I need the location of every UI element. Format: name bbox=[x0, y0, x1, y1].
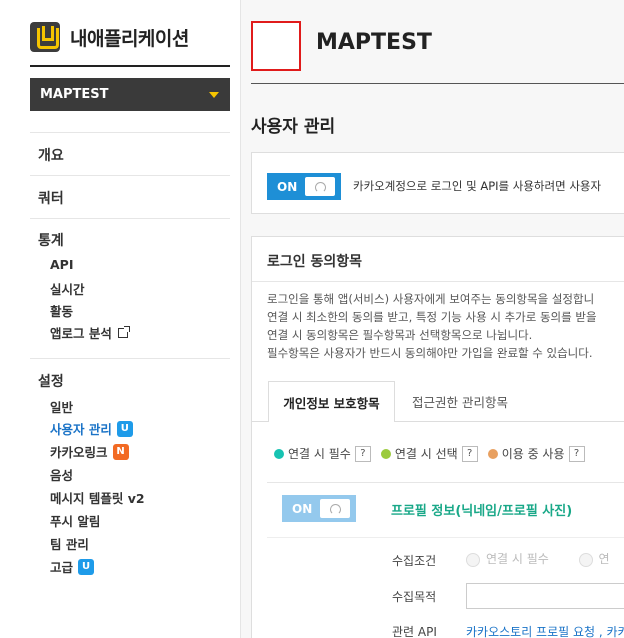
option-label: 연결 시 필수 bbox=[486, 552, 549, 566]
toggle-on-label: ON bbox=[277, 179, 298, 194]
app-select-dropdown[interactable]: MAPTEST bbox=[30, 78, 230, 111]
page-title: 사용자 관리 bbox=[251, 117, 336, 137]
legend-label: 이용 중 사용 bbox=[501, 447, 565, 461]
item-divider bbox=[267, 537, 624, 538]
nav-item-label: 사용자 관리 bbox=[50, 422, 112, 437]
collect-condition-label: 수집조건 bbox=[392, 554, 437, 568]
nav-item-label: 메시지 템플릿 v2 bbox=[50, 491, 145, 506]
nav-item-label: 팀 관리 bbox=[50, 537, 89, 552]
nav-settings-push[interactable]: 푸시 알림 bbox=[50, 511, 100, 530]
nav-settings-advanced[interactable]: 고급 U bbox=[50, 557, 95, 576]
collect-purpose-label: 수집목적 bbox=[392, 590, 437, 604]
collect-condition-options: 연결 시 필수 연 bbox=[466, 550, 610, 567]
collect-purpose-input[interactable] bbox=[466, 583, 624, 609]
legend-divider bbox=[267, 482, 624, 483]
kakao-login-toggle[interactable]: ON bbox=[267, 173, 341, 200]
required-dot-icon bbox=[274, 448, 284, 459]
nav-divider bbox=[30, 218, 230, 219]
toggle-knob-icon bbox=[305, 177, 335, 196]
nav-item-label: 고급 bbox=[50, 560, 74, 575]
brand-divider bbox=[30, 65, 230, 67]
nav-settings-general[interactable]: 일반 bbox=[50, 397, 73, 416]
header-divider bbox=[251, 83, 624, 84]
nav-item-label: 앱로그 분석 bbox=[50, 326, 112, 341]
nav-settings-message-template[interactable]: 메시지 템플릿 v2 bbox=[50, 488, 145, 507]
consent-divider bbox=[252, 281, 624, 282]
radio-optional[interactable] bbox=[578, 552, 593, 567]
main-content: MAPTEST 사용자 관리 ON 카카오계정으로 로그인 및 API를 사용하… bbox=[241, 0, 624, 638]
nav-stats-header: 통계 bbox=[38, 233, 64, 249]
brand[interactable]: 내애플리케이션 bbox=[30, 22, 189, 52]
nav-settings-team[interactable]: 팀 관리 bbox=[50, 534, 89, 553]
nav-item-label: 카카오링크 bbox=[50, 445, 108, 460]
nav-item-label: 푸시 알림 bbox=[50, 514, 101, 529]
nav-settings-voice[interactable]: 음성 bbox=[50, 465, 73, 484]
brand-title: 내애플리케이션 bbox=[70, 27, 189, 50]
app-name: MAPTEST bbox=[316, 30, 432, 55]
nav-item-label: 음성 bbox=[50, 468, 74, 483]
profile-consent-toggle[interactable]: ON bbox=[282, 495, 356, 522]
consent-description-line: 연결 시 최소한의 동의를 받고, 특정 기능 사용 시 추가로 동의를 받을 bbox=[267, 310, 597, 324]
optional-dot-icon bbox=[380, 448, 391, 459]
tab-privacy-items[interactable]: 개인정보 보호항목 bbox=[268, 381, 395, 422]
help-icon[interactable]: ? bbox=[461, 445, 478, 462]
option-label: 연 bbox=[598, 552, 610, 566]
nav-overview[interactable]: 개요 bbox=[38, 145, 64, 165]
help-icon[interactable]: ? bbox=[354, 445, 371, 462]
toggle-knob-icon bbox=[320, 499, 350, 518]
kakao-login-description: 카카오계정으로 로그인 및 API를 사용하려면 사용자 bbox=[353, 179, 602, 193]
help-icon[interactable]: ? bbox=[568, 445, 585, 462]
radio-required[interactable] bbox=[466, 552, 480, 567]
related-api-link[interactable]: 카카오스토리 프로필 요청 , 카카오 bbox=[466, 623, 624, 638]
consent-item-name: 프로필 정보(닉네임/프로필 사진) bbox=[391, 504, 573, 519]
consent-description-line: 필수항목은 사용자가 반드시 동의해야만 가입을 완료할 수 있습니다. bbox=[267, 346, 593, 360]
nav-divider bbox=[30, 358, 230, 359]
nav-stats-api[interactable]: API bbox=[50, 257, 74, 272]
nav-item-label: 활동 bbox=[50, 304, 74, 319]
kakao-developers-logo-icon bbox=[30, 22, 60, 52]
nav-settings-header: 설정 bbox=[38, 374, 64, 390]
caret-down-icon bbox=[209, 92, 219, 98]
consent-legend: 연결 시 필수 ? 연결 시 선택 ? 이용 중 사용 ? bbox=[274, 445, 595, 462]
nav-stats-realtime[interactable]: 실시간 bbox=[50, 279, 85, 298]
new-badge: N bbox=[112, 443, 129, 460]
toggle-on-label: ON bbox=[292, 501, 313, 516]
legend-label: 연결 시 필수 bbox=[288, 447, 351, 461]
app-icon bbox=[251, 21, 301, 71]
consent-description-line: 로그인을 통해 앱(서비스) 사용자에게 보여주는 동의항목을 설정합니 bbox=[267, 292, 595, 306]
nav-settings-user-management[interactable]: 사용자 관리 U bbox=[50, 419, 133, 438]
nav-stats-applog[interactable]: 앱로그 분석 bbox=[50, 323, 130, 342]
nav-item-label: API bbox=[50, 257, 74, 272]
nav-quota[interactable]: 쿼터 bbox=[38, 188, 64, 208]
consent-description-line: 연결 시 동의항목은 필수항목과 선택항목으로 나뉩니다. bbox=[267, 328, 533, 342]
update-badge: U bbox=[78, 558, 95, 575]
login-consent-card: 로그인 동의항목 로그인을 통해 앱(서비스) 사용자에게 보여주는 동의항목을… bbox=[251, 236, 624, 638]
related-api-label: 관련 API bbox=[392, 625, 437, 638]
in-use-dot-icon bbox=[487, 448, 498, 459]
nav-item-label: 실시간 bbox=[50, 282, 85, 297]
nav-divider bbox=[30, 175, 230, 176]
nav-divider bbox=[30, 132, 230, 133]
update-badge: U bbox=[116, 420, 133, 437]
nav-settings-kakaolink[interactable]: 카카오링크 N bbox=[50, 442, 129, 461]
nav-item-label: 일반 bbox=[50, 400, 74, 415]
consent-section-title: 로그인 동의항목 bbox=[267, 254, 363, 270]
app-select-value: MAPTEST bbox=[40, 87, 109, 102]
sidebar: 내애플리케이션 MAPTEST 개요 쿼터 통계 API 실시간 활동 앱로그 … bbox=[0, 0, 241, 638]
external-link-icon bbox=[117, 325, 130, 338]
login-activation-card: ON 카카오계정으로 로그인 및 API를 사용하려면 사용자 bbox=[251, 152, 624, 214]
nav-stats-activity[interactable]: 활동 bbox=[50, 301, 73, 320]
legend-label: 연결 시 선택 bbox=[394, 447, 458, 461]
tab-access-permission-items[interactable]: 접근권한 관리항목 bbox=[395, 381, 525, 421]
